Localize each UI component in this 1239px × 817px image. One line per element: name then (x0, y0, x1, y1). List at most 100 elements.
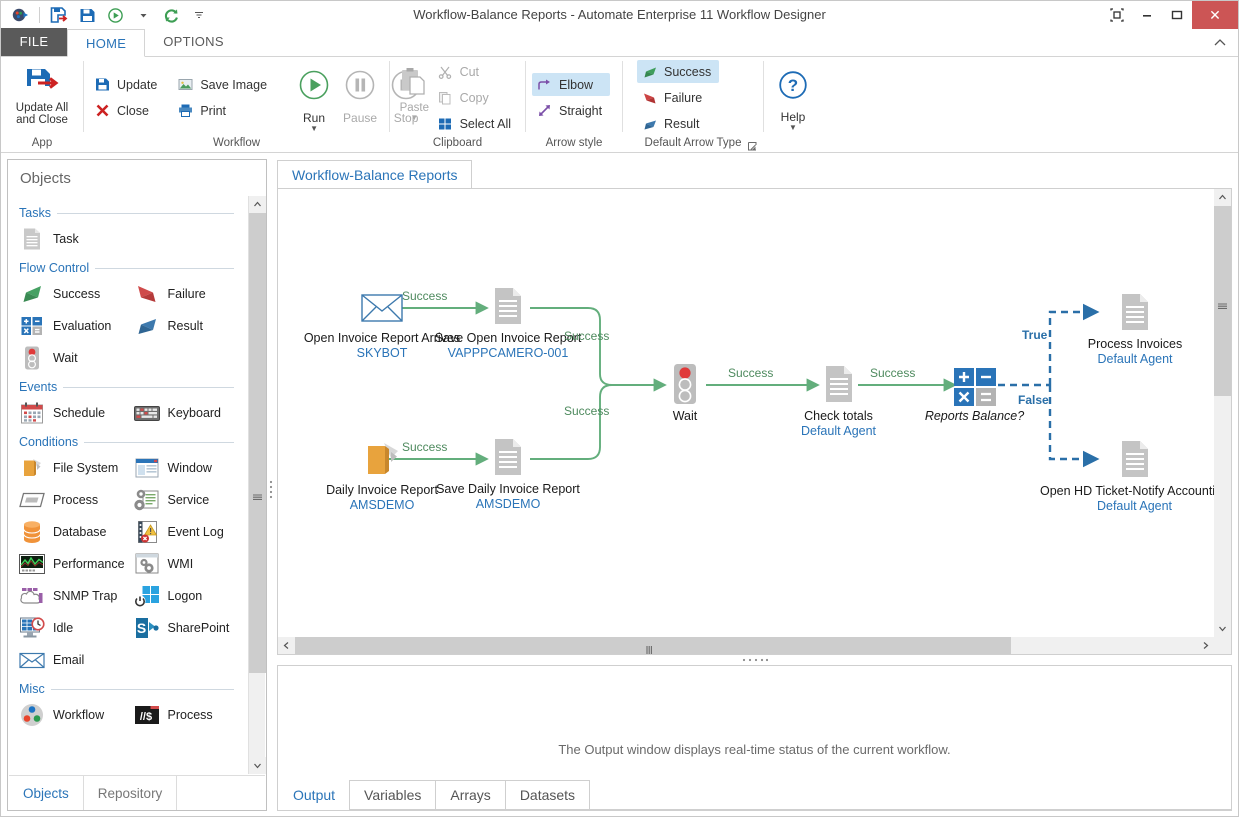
scroll-up-icon[interactable] (249, 196, 266, 213)
save-image-button[interactable]: Save Image (173, 73, 275, 96)
object-idle[interactable]: Idle (19, 612, 134, 644)
straight-arrow-button[interactable]: Straight (532, 99, 610, 122)
idle-clock-icon (19, 615, 45, 641)
arrow-type-dialog-launcher-icon[interactable] (747, 140, 759, 152)
app-menu-icon[interactable] (7, 3, 33, 27)
object-snmp-trap[interactable]: SNMP Trap (19, 580, 134, 612)
workflow-connectors (381, 301, 1100, 468)
minimize-button[interactable] (1132, 1, 1162, 29)
object-task[interactable]: Task (19, 223, 137, 255)
elbow-arrow-button[interactable]: Elbow (532, 73, 611, 96)
tab-options[interactable]: OPTIONS (145, 28, 242, 56)
close-button[interactable]: ✕ (1192, 1, 1238, 29)
object-label: Keyboard (167, 406, 222, 420)
customize-qat-icon[interactable] (186, 3, 212, 27)
collapse-ribbon-icon[interactable] (1212, 35, 1228, 51)
object-database[interactable]: Database (19, 516, 134, 548)
object-wmi[interactable]: WMI (134, 548, 249, 580)
default-arrow-result-button[interactable]: Result (637, 112, 719, 135)
object-sharepoint[interactable]: S SharePoint (134, 612, 249, 644)
help-button[interactable]: ? Help ▼ (770, 64, 816, 132)
run-button[interactable]: Run ▼ (291, 63, 337, 133)
tab-repository[interactable]: Repository (84, 776, 178, 810)
output-body[interactable]: The Output window displays real-time sta… (278, 666, 1231, 777)
run-icon[interactable] (102, 3, 128, 27)
process-icon (19, 487, 45, 513)
default-arrow-success-button[interactable]: Success (637, 60, 720, 83)
help-caret-icon[interactable]: ▼ (789, 124, 797, 132)
tab-variables[interactable]: Variables (349, 780, 437, 810)
object-logon[interactable]: Logon (134, 580, 249, 612)
category-label: Flow Control (19, 261, 90, 275)
run-caret-icon[interactable]: ▼ (310, 125, 318, 133)
objects-panel-scrollbar[interactable] (248, 196, 266, 774)
edge-label-success-2: Success (402, 440, 448, 454)
update-close-icon[interactable] (46, 3, 72, 27)
panel-splitter-horizontal[interactable] (277, 655, 1232, 665)
object-success[interactable]: Success (19, 278, 134, 310)
workflow-diagram[interactable]: Open Invoice Report Arrives SKYBOT Save … (278, 189, 1214, 637)
tab-file[interactable]: FILE (1, 28, 67, 56)
object-schedule[interactable]: Schedule (19, 397, 134, 429)
category-tasks: Tasks (19, 206, 248, 220)
title-bar: Workflow-Balance Reports - Automate Ente… (1, 1, 1238, 29)
workflow-circles-icon (19, 702, 45, 728)
object-label: Workflow (53, 708, 105, 722)
maximize-button[interactable] (1162, 1, 1192, 29)
object-keyboard[interactable]: Keyboard (133, 397, 249, 429)
tab-objects[interactable]: Objects (9, 776, 84, 810)
canvas-horizontal-scrollbar[interactable] (278, 637, 1214, 654)
update-all-and-close-button[interactable]: Update All and Close (7, 61, 77, 135)
object-email[interactable]: Email (19, 644, 137, 676)
node-wait[interactable]: Wait (646, 359, 724, 423)
object-result[interactable]: Result (134, 310, 249, 342)
success-label: Success (664, 64, 712, 79)
object-evaluation[interactable]: Evaluation (19, 310, 134, 342)
scroll-down-icon[interactable] (1214, 620, 1231, 637)
paste-caret-icon[interactable]: ▼ (410, 113, 418, 121)
object-failure[interactable]: Failure (134, 278, 249, 310)
paste-button[interactable]: Paste ▼ (396, 61, 433, 135)
node-label: Check totals (804, 409, 873, 423)
object-service[interactable]: Service (133, 484, 249, 516)
scroll-down-icon[interactable] (249, 757, 266, 774)
object-workflow[interactable]: Workflow (19, 699, 134, 731)
restore-down-button[interactable] (1102, 1, 1132, 29)
object-window[interactable]: Window (134, 452, 249, 484)
pause-button[interactable]: Pause (337, 63, 383, 125)
scrollbar-thumb[interactable] (249, 213, 266, 673)
canvas-vertical-scrollbar[interactable] (1214, 189, 1231, 637)
tab-home[interactable]: HOME (67, 29, 146, 57)
object-event-log[interactable]: Event Log (134, 516, 249, 548)
object-wait[interactable]: Wait (19, 342, 137, 374)
object-script-process[interactable]: //$ Process (134, 699, 249, 731)
tab-datasets[interactable]: Datasets (504, 780, 591, 810)
scroll-left-icon[interactable] (278, 637, 295, 654)
node-agent-label: Default Agent (1097, 352, 1173, 366)
refresh-icon[interactable] (158, 3, 184, 27)
copy-button[interactable]: Copy (433, 86, 519, 109)
tab-output[interactable]: Output (278, 780, 351, 810)
folder-icon (19, 455, 45, 481)
node-open-hd-ticket-notify-accounting[interactable]: Open HD Ticket-Notify Accounting Default… (1022, 434, 1214, 513)
document-tab-workflow-balance-reports[interactable]: Workflow-Balance Reports (277, 160, 473, 190)
panel-splitter-vertical[interactable] (267, 471, 275, 511)
update-button[interactable]: Update (90, 73, 165, 96)
cut-button[interactable]: Cut (433, 60, 519, 83)
node-process-invoices[interactable]: Process Invoices Default Agent (1050, 287, 1214, 366)
scroll-right-icon[interactable] (1197, 637, 1214, 654)
select-all-button[interactable]: Select All (433, 112, 519, 135)
default-arrow-failure-button[interactable]: Failure (637, 86, 719, 109)
object-process[interactable]: Process (19, 484, 134, 516)
close-button-ribbon[interactable]: Close (90, 99, 165, 122)
scroll-up-icon[interactable] (1214, 189, 1231, 206)
qat-separator (39, 7, 40, 23)
print-button[interactable]: Print (173, 99, 275, 122)
tab-arrays[interactable]: Arrays (435, 780, 506, 810)
scrollbar-thumb[interactable] (295, 637, 1011, 654)
save-icon[interactable] (74, 3, 100, 27)
object-performance[interactable]: Performance (19, 548, 134, 580)
run-dropdown-icon[interactable] (130, 3, 156, 27)
workflow-canvas[interactable]: Open Invoice Report Arrives SKYBOT Save … (277, 188, 1232, 655)
object-file-system[interactable]: File System (19, 452, 134, 484)
